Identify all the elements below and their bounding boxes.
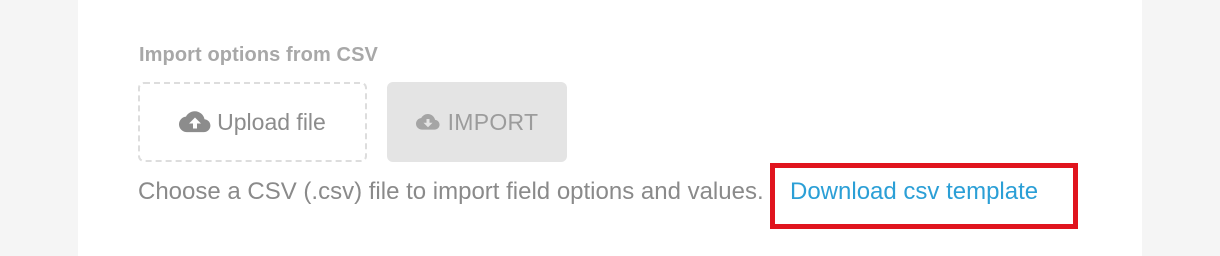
cloud-download-icon xyxy=(415,113,440,131)
import-button[interactable]: IMPORT xyxy=(387,82,567,162)
download-csv-template-link[interactable]: Download csv template xyxy=(790,178,1038,206)
import-label: IMPORT xyxy=(447,108,539,135)
section-title: Import options from CSV xyxy=(139,44,378,66)
help-text: Choose a CSV (.csv) file to import field… xyxy=(138,178,764,205)
cloud-upload-icon xyxy=(179,110,211,134)
upload-file-button[interactable]: Upload file xyxy=(138,82,367,162)
upload-file-label: Upload file xyxy=(217,108,326,135)
